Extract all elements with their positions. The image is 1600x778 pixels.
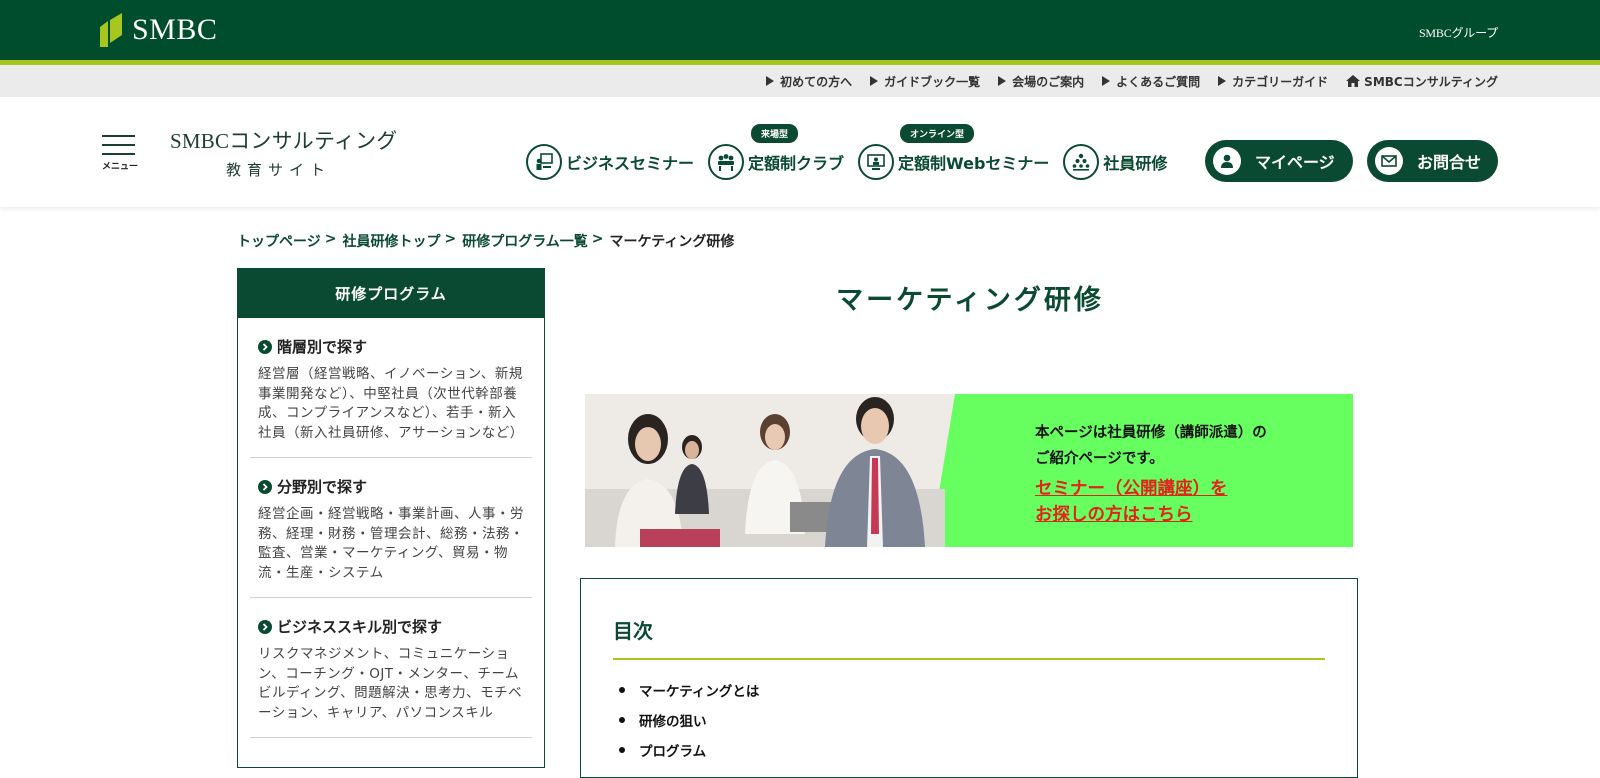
arrow-right-icon [1102,76,1111,86]
site-logo[interactable]: SMBCコンサルティング 教育サイト [170,125,398,180]
toc-item[interactable]: プログラム [619,735,759,765]
house-icon [1346,75,1361,87]
smbc-logo-text: SMBC [132,13,218,46]
breadcrumb-program-list[interactable]: 研修プログラム一覧 [462,231,588,251]
seminar-icon [526,144,562,180]
toc-title: 目次 [613,619,653,643]
sidebar-section-skill: ビジネススキル別で探す リスクマネジメント、コミュニケーション、コーチング・OJ… [250,598,532,738]
arrow-right-icon [998,76,1007,86]
chevron-right-icon [258,619,272,634]
sidebar-section-desc: 経営企画・経営戦略・事業計画、人事・労務、経理・財務・管理会計、総務・法務・監査… [258,506,524,581]
chevron-right-icon [258,339,272,354]
nav-employee-training[interactable]: 社員研修 [1063,144,1167,180]
web-seminar-icon [858,144,895,180]
sidebar-link-level[interactable]: 階層別で探す [258,336,524,357]
util-link-faq[interactable]: よくあるご質問 [1102,73,1200,90]
nav-web-seminar[interactable]: オンライン型 定額制Webセミナー [858,124,1049,180]
bullet-icon [619,717,625,723]
sidebar-heading: 研修プログラム [238,268,544,318]
util-link-guidebook[interactable]: ガイドブック一覧 [870,73,980,90]
util-link-venue[interactable]: 会場のご案内 [998,73,1084,90]
smbc-leaf-icon [100,13,122,47]
table-of-contents: 目次 マーケティングとは 研修の狙い プログラム [580,578,1358,778]
nav-business-seminar[interactable]: ビジネスセミナー [526,144,694,180]
seminar-banner[interactable]: 本ページは社員研修（講師派遣）の ご紹介ページです。 セミナー（公開講座）を お… [585,394,1353,547]
sidebar-section-desc: 経営層（経営戦略、イノベーション、新規事業開発など）、中堅社員（次世代幹部養成、… [258,366,524,441]
breadcrumb-separator: > [324,231,337,247]
sidebar-section-desc: リスクマネジメント、コミュニケーション、コーチング・OJT・メンター、チームビル… [258,646,523,721]
breadcrumb-training-top[interactable]: 社員研修トップ [342,231,440,251]
banner-notice: 本ページは社員研修（講師派遣）の ご紹介ページです。 [1035,425,1267,467]
toc-divider [613,658,1325,660]
mypage-button[interactable]: マイページ [1205,140,1353,182]
user-icon [1213,147,1241,175]
sidebar-section-level: 階層別で探す 経営層（経営戦略、イノベーション、新規事業開発など）、中堅社員（次… [250,318,532,458]
site-header: メニュー SMBCコンサルティング 教育サイト ビジネスセミナー 来場型 定額制… [0,97,1600,207]
chevron-right-icon [258,479,272,494]
util-link-smbc-consulting[interactable]: SMBCコンサルティング [1346,73,1498,90]
banner-seminar-link[interactable]: セミナー（公開講座）を お探しの方はこちら [1035,476,1228,528]
smbc-logo[interactable]: SMBC [100,13,217,47]
toc-list: マーケティングとは 研修の狙い プログラム [619,675,759,765]
badge-online: オンライン型 [900,124,975,143]
group-bar: SMBC SMBCグループ [0,0,1600,60]
arrow-right-icon [766,76,775,86]
page-title: マーケティング研修 [836,285,1104,316]
menu-label: メニュー [102,162,139,172]
mail-icon [1375,147,1403,175]
bullet-icon [619,747,625,753]
site-logo-name: SMBCコンサルティング [170,129,398,153]
sidebar-link-skill[interactable]: ビジネススキル別で探す [258,616,524,637]
util-link-category-guide[interactable]: カテゴリーガイド [1218,73,1328,90]
utility-bar: 初めての方へ ガイドブック一覧 会場のご案内 よくあるご質問 カテゴリーガイド … [0,65,1600,97]
training-icon [1063,144,1100,180]
breadcrumb-top[interactable]: トップページ [237,231,321,251]
breadcrumb-separator: > [444,231,457,247]
arrow-right-icon [1218,76,1227,86]
toc-item[interactable]: マーケティングとは [619,675,759,705]
main-nav: ビジネスセミナー 来場型 定額制クラブ オンライン型 定額制Webセミナー 社員… [526,124,1181,181]
nav-club[interactable]: 来場型 定額制クラブ [708,124,844,180]
breadcrumb: トップページ > 社員研修トップ > 研修プログラム一覧 > マーケティング研修 [237,231,734,251]
sidebar-section-field: 分野別で探す 経営企画・経営戦略・事業計画、人事・労務、経理・財務・管理会計、総… [250,458,532,598]
breadcrumb-current: マーケティング研修 [609,234,735,250]
smbc-group-link[interactable]: SMBCグループ [1419,24,1498,41]
arrow-right-icon [870,76,879,86]
sidebar-link-field[interactable]: 分野別で探す [258,476,524,497]
site-logo-sub: 教育サイト [226,163,332,179]
program-sidebar: 研修プログラム 階層別で探す 経営層（経営戦略、イノベーション、新規事業開発など… [237,268,545,768]
contact-button[interactable]: お問合せ [1367,140,1498,182]
badge-venue: 来場型 [751,124,799,143]
hamburger-icon [102,135,135,137]
breadcrumb-separator: > [591,231,604,247]
bullet-icon [619,687,625,693]
club-icon [708,144,745,180]
util-link-first-time[interactable]: 初めての方へ [766,73,852,90]
utility-links: 初めての方へ ガイドブック一覧 会場のご案内 よくあるご質問 カテゴリーガイド … [766,65,1498,97]
menu-button[interactable]: メニュー [102,135,138,175]
toc-item[interactable]: 研修の狙い [619,705,759,735]
